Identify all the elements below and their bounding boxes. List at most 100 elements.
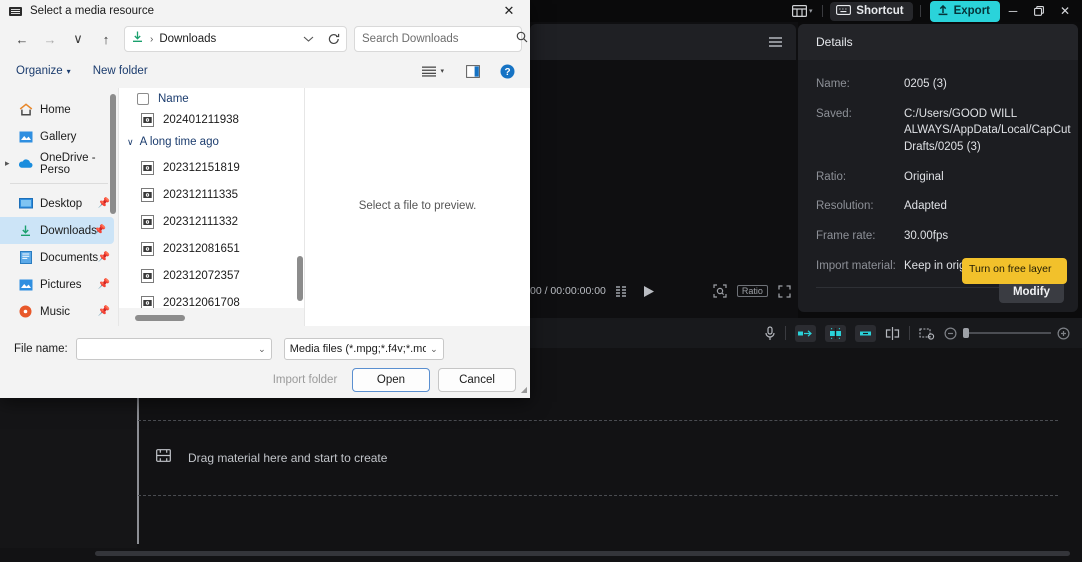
organize-button[interactable]: Organize ▾ [10,62,77,80]
ratio-chip[interactable]: Ratio [736,285,768,297]
file-list-horizontal-scrollbar[interactable] [135,315,185,321]
chevron-down-icon[interactable]: ⌄ [430,344,438,355]
column-header-name[interactable]: Name [158,93,189,105]
list-item[interactable]: 202401211938 [119,110,304,130]
address-bar[interactable]: › Downloads [124,26,347,52]
back-button[interactable]: ← [8,26,36,52]
file-name: 202312081651 [163,242,240,255]
list-item[interactable]: 202312111332 [119,208,304,235]
hamburger-menu-icon[interactable] [769,37,782,47]
sidebar-item-downloads[interactable]: Downloads 📌 [0,217,114,244]
fullscreen-icon[interactable] [778,284,791,298]
up-button[interactable]: ↑ [92,26,120,52]
export-button[interactable]: Export [929,0,1000,22]
titlebar-divider [919,5,921,17]
preview-pane-icon[interactable] [461,62,485,81]
timeline-horizontal-scrollbar[interactable] [95,551,1070,556]
filename-label: File name: [14,343,68,355]
search-icon[interactable] [516,30,528,48]
list-item[interactable]: 202312081651 [119,235,304,262]
pin-icon[interactable]: 📌 [98,198,110,209]
sidebar-item-music[interactable]: Music 📌 [0,298,118,325]
detail-row-saved: Saved: C:/Users/GOOD WILL ALWAYS/AppData… [816,106,1071,156]
focus-frame-icon[interactable] [713,284,727,298]
filename-input[interactable] [81,343,255,355]
list-item[interactable]: 202312151819 [119,154,304,181]
organize-label: Organize [16,65,63,77]
playback-list-icon[interactable] [615,285,629,297]
minimize-button[interactable]: ─ [1000,1,1026,21]
split-clip-icon[interactable] [885,326,900,340]
timeline-zoom-slider[interactable] [944,326,1070,340]
crop-icon[interactable] [919,327,935,340]
file-list[interactable]: Name 202401211938 ∨ A long time ago 2023… [118,88,304,326]
new-folder-button[interactable]: New folder [87,62,154,80]
detail-value: C:/Users/GOOD WILL ALWAYS/AppData/Local/… [904,107,1071,154]
dialog-title: Select a media resource [30,5,155,17]
sidebar-item-desktop[interactable]: Desktop 📌 [0,190,118,217]
play-icon[interactable] [643,285,655,298]
modify-button[interactable]: Modify [998,281,1064,303]
sidebar-item-gallery[interactable]: Gallery [0,123,118,150]
media-file-icon [141,160,154,175]
select-all-checkbox[interactable] [137,93,149,105]
search-input[interactable] [362,33,516,45]
close-button[interactable]: ✕ [1052,1,1078,21]
sidebar-divider [10,183,108,184]
address-dropdown-icon[interactable] [303,35,314,43]
file-list-scrollbar[interactable] [297,256,303,301]
sidebar-item-home[interactable]: Home [0,96,118,123]
import-folder-button[interactable]: Import folder [266,368,344,392]
titlebar-right-group: ▾ Shortcut Export ─ ✕ [789,0,1082,22]
shortcut-button[interactable]: Shortcut [830,1,913,21]
detail-label: Saved: [816,107,852,120]
filename-row: File name: ⌄ Media files (*.mpg;*.f4v;*.… [0,326,530,360]
timeline-drop-zone[interactable]: Drag material here and start to create [138,420,1058,496]
search-box[interactable] [354,26,528,52]
panel-layout-icon[interactable]: ▾ [789,2,815,20]
media-file-icon [141,214,154,229]
pin-icon[interactable]: 📌 [98,252,110,263]
pin-icon[interactable]: 📌 [98,279,110,290]
detail-label: Ratio: [816,170,847,183]
pin-icon[interactable]: 📌 [94,225,106,236]
filetype-combobox[interactable]: Media files (*.mpg;*.f4v;*.mov;* ⌄ [283,338,444,360]
chevron-down-icon[interactable]: ∨ [127,137,134,148]
list-item[interactable]: 202312072357 [119,262,304,289]
chevron-down-icon[interactable]: ▾ [440,67,444,75]
view-list-icon[interactable]: ▾ [417,63,449,80]
chevron-down-icon[interactable]: ▾ [809,7,813,15]
clip-trim-left-icon[interactable] [795,324,816,342]
filename-combobox[interactable]: ⌄ [75,338,272,360]
open-button[interactable]: Open [352,368,430,392]
sidebar-item-onedrive[interactable]: ▸ OneDrive - Perso [0,150,118,177]
select-media-dialog: Select a media resource ✕ ← → ∨ ↑ › Down… [0,0,530,398]
zoom-in-icon[interactable] [1057,326,1070,340]
chevron-right-icon[interactable]: ▸ [5,158,10,169]
forward-button[interactable]: → [36,26,64,52]
zoom-slider-handle[interactable] [963,328,969,338]
microphone-icon[interactable] [764,325,776,341]
clip-split-icon[interactable] [825,324,846,342]
resize-grip-icon[interactable]: ◢ [521,385,527,394]
zoom-out-icon[interactable] [944,326,957,340]
sidebar-item-documents[interactable]: Documents 📌 [0,244,118,271]
pin-icon[interactable]: 📌 [98,306,110,317]
cancel-button[interactable]: Cancel [438,368,516,392]
refresh-icon[interactable] [328,33,340,45]
zoom-slider-track[interactable] [963,328,1051,338]
chevron-down-icon[interactable]: ⌄ [258,344,266,355]
file-group-header[interactable]: ∨ A long time ago [119,130,304,154]
recent-locations-button[interactable]: ∨ [64,26,92,52]
list-item[interactable]: 202312111335 [119,181,304,208]
sidebar-item-pictures[interactable]: Pictures 📌 [0,271,118,298]
clip-trim-right-icon[interactable] [855,324,876,342]
sidebar-scrollbar[interactable] [110,94,116,214]
maximize-button[interactable] [1026,1,1052,21]
music-icon [18,305,33,319]
help-icon[interactable]: ? [495,61,520,82]
app-root: 00 / 00:00:00:00 Ratio Details Name: 020… [0,0,1082,562]
dialog-close-button[interactable]: ✕ [488,0,530,22]
breadcrumb-downloads[interactable]: Downloads [159,33,216,45]
dialog-sidebar[interactable]: Home Gallery ▸ OneDrive - Perso Desktop … [0,88,118,326]
